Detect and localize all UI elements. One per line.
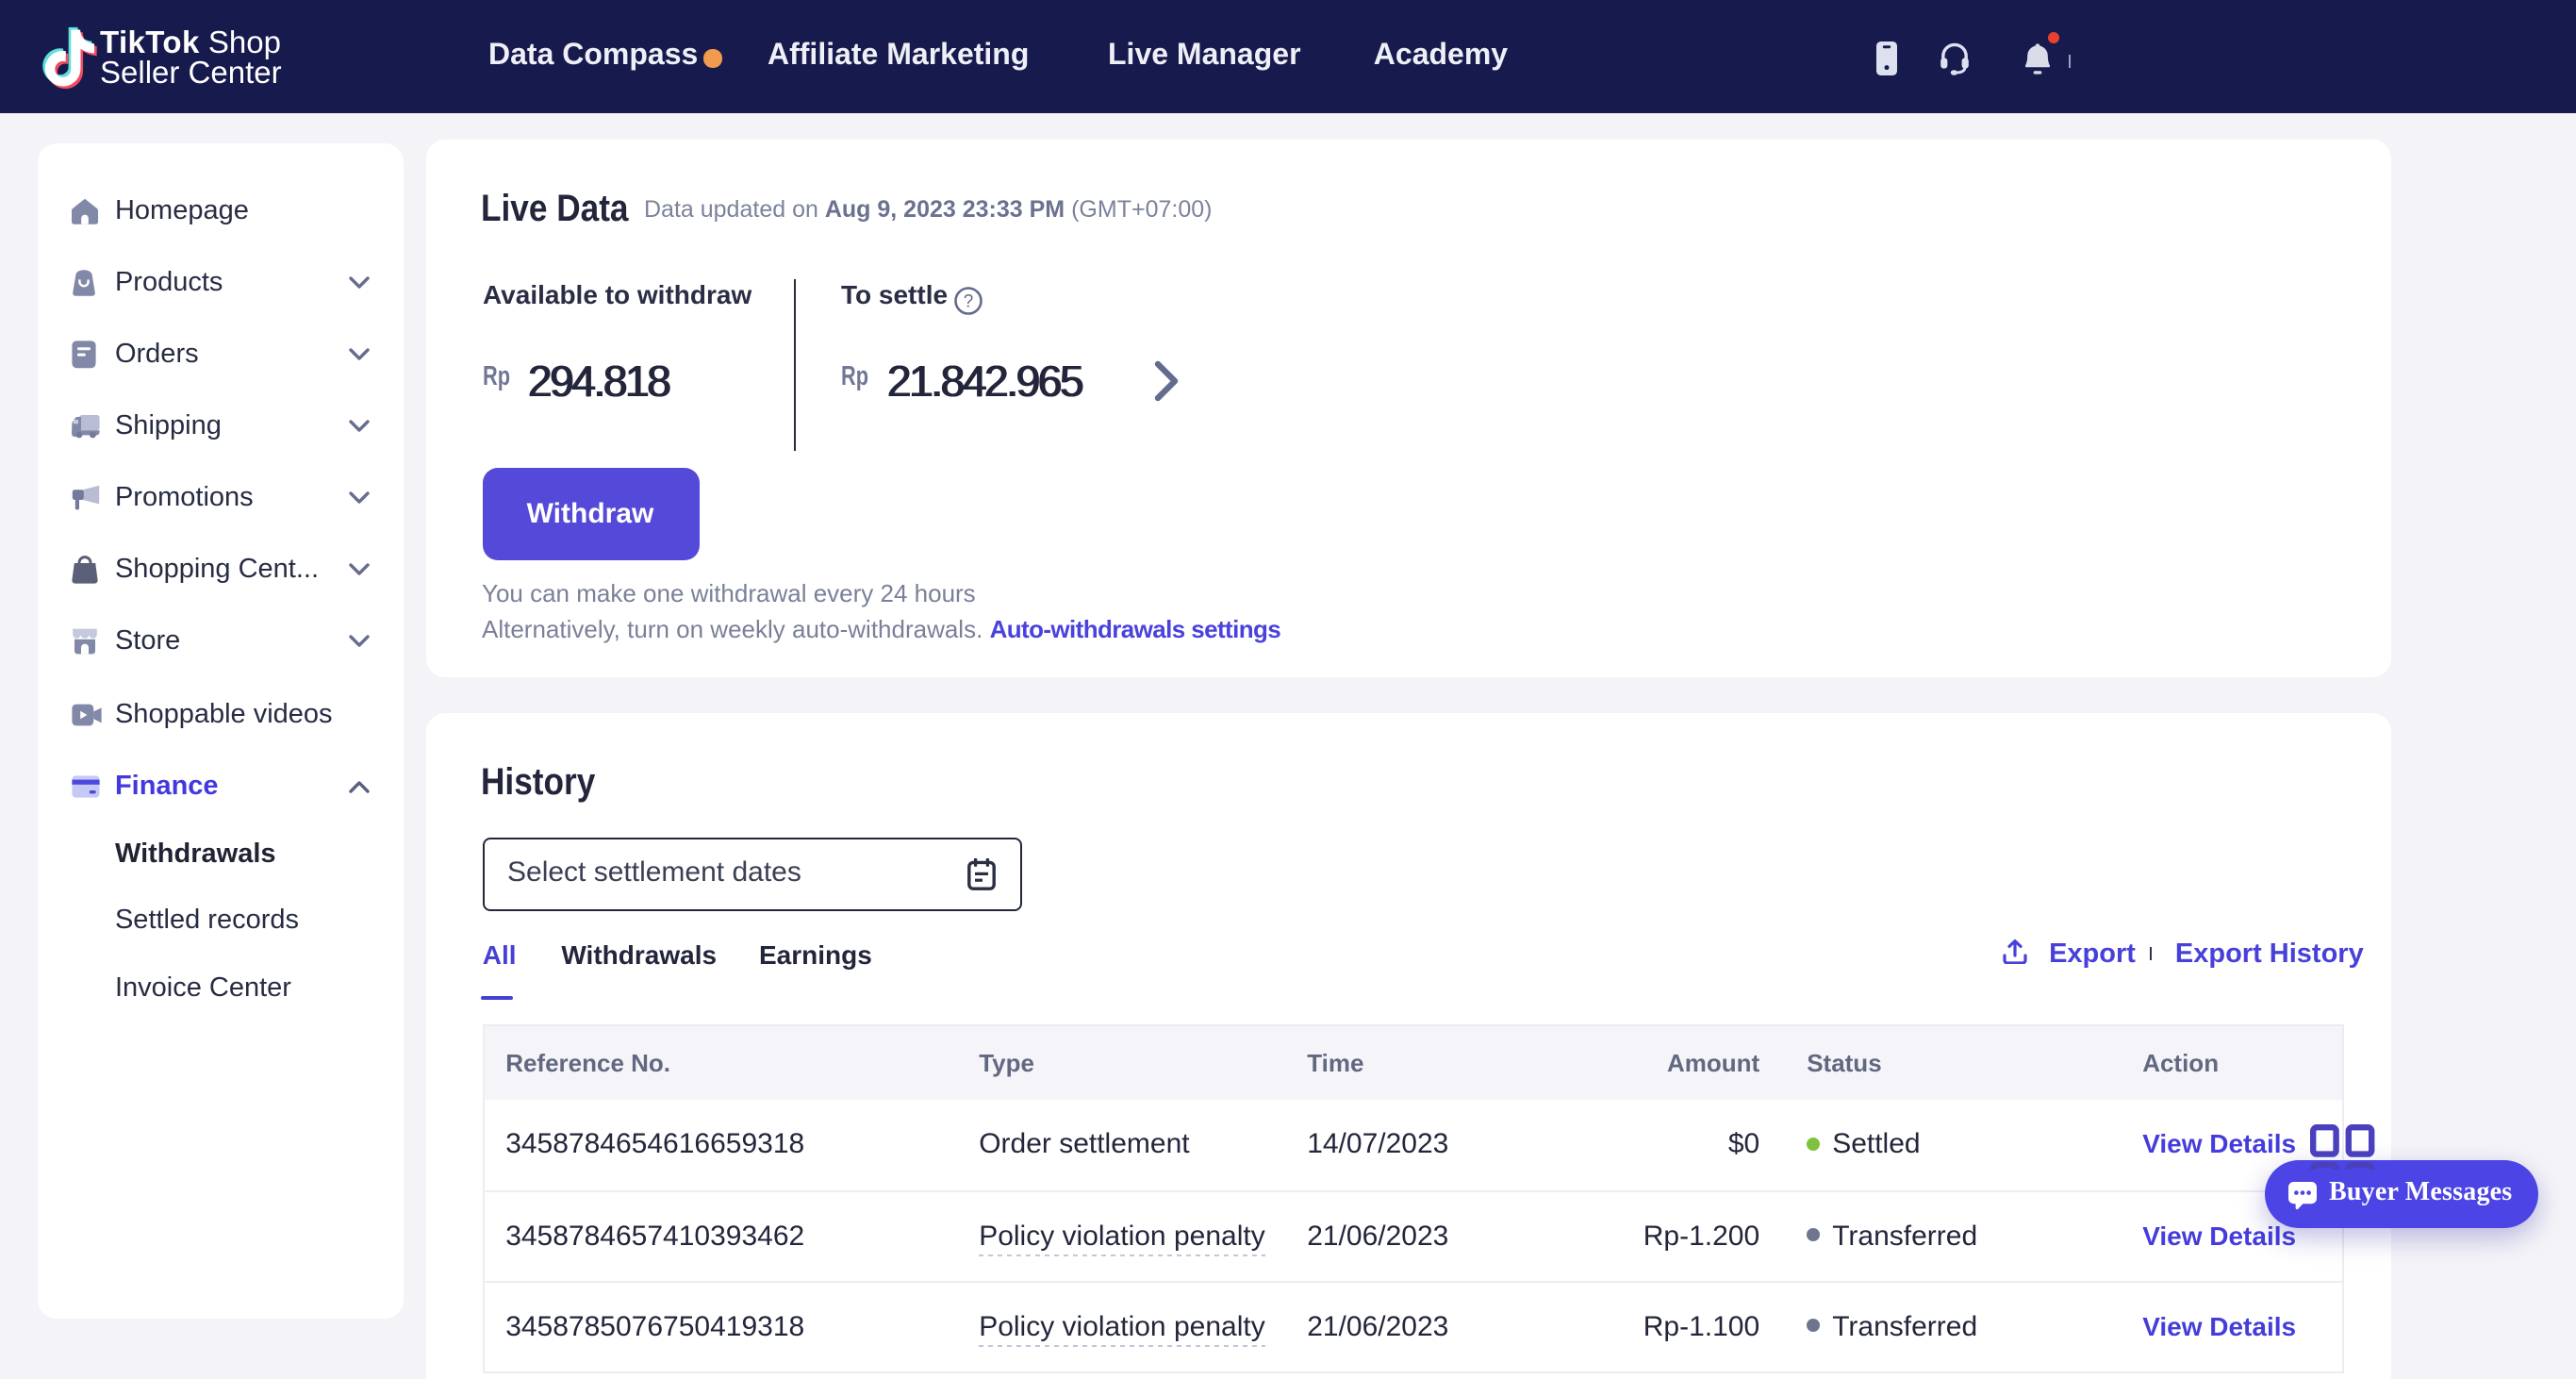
svg-text:?: ? xyxy=(963,292,973,312)
